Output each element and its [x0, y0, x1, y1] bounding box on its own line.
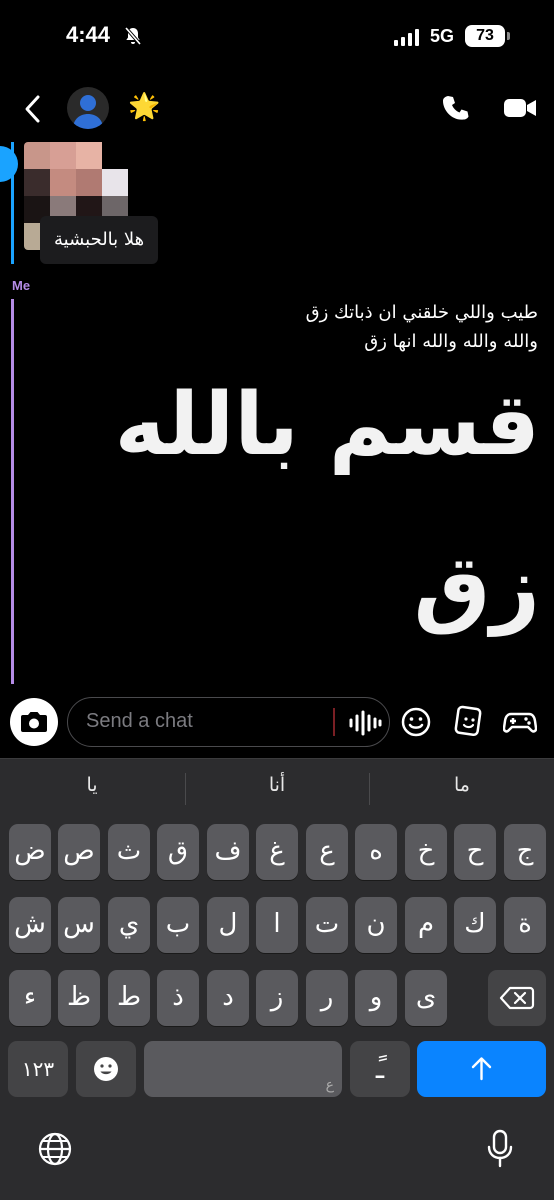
key[interactable]: ء [9, 970, 51, 1026]
arabic-keyboard: ما أنا يا ج ح خ ه ع غ ف ق ث ص ض ة ك م ن … [0, 758, 554, 1200]
status-bar: 4:44 5G 73 [0, 0, 554, 76]
key[interactable]: خ [405, 824, 447, 880]
diacritic-key[interactable]: ًـ [350, 1041, 410, 1097]
friend-typing-indicator [0, 146, 18, 182]
arrow-up-icon [471, 1057, 492, 1081]
key[interactable]: ض [9, 824, 51, 880]
suggestion-2[interactable]: أنا [185, 774, 369, 796]
space-key[interactable]: ع [144, 1041, 342, 1097]
back-chevron-icon[interactable] [22, 94, 44, 124]
battery-icon: 73 [465, 25, 510, 47]
big-text-line-2: زق [413, 537, 540, 637]
key[interactable]: ك [454, 897, 496, 953]
game-controller-icon[interactable] [503, 706, 537, 738]
key[interactable]: ظ [58, 970, 100, 1026]
video-call-icon[interactable] [503, 96, 537, 120]
key[interactable]: ذ [157, 970, 199, 1026]
battery-level: 73 [476, 27, 494, 44]
snap-caption: هلا بالحبشية [40, 216, 159, 264]
key[interactable]: غ [256, 824, 298, 880]
key[interactable]: ة [504, 897, 546, 953]
key[interactable]: ب [157, 897, 199, 953]
suggestion-bar: ما أنا يا [0, 759, 554, 821]
status-time: 4:44 [66, 22, 111, 47]
camera-icon [21, 712, 47, 732]
send-return-key[interactable] [417, 1041, 546, 1097]
suggestion-3[interactable]: يا [0, 774, 184, 796]
cellular-signal-icon [394, 28, 419, 46]
key[interactable]: ث [108, 824, 150, 880]
chat-input[interactable] [86, 698, 326, 745]
key[interactable]: ى [405, 970, 447, 1026]
message-line-2: والله والله والله انها زق [364, 331, 538, 352]
emoji-keyboard-key[interactable] [76, 1041, 136, 1097]
message-line-1: طيب واللي خلقني ان ذباتك زق [305, 302, 538, 323]
emoji-face-icon [94, 1057, 118, 1081]
key[interactable]: ص [58, 824, 100, 880]
delete-key[interactable] [488, 970, 546, 1026]
key[interactable]: س [58, 897, 100, 953]
friend-message-bar [11, 142, 14, 264]
suggestion-divider [369, 773, 370, 805]
key[interactable]: ط [108, 970, 150, 1026]
key[interactable]: ل [207, 897, 249, 953]
my-message-bar [11, 299, 14, 684]
microphone-icon[interactable] [487, 1129, 513, 1169]
camera-button[interactable] [10, 698, 58, 746]
key[interactable]: ر [306, 970, 348, 1026]
key[interactable]: ش [9, 897, 51, 953]
big-text-line-1: قسم بالله [114, 375, 540, 475]
emoji-icon[interactable] [400, 706, 432, 738]
key[interactable]: ي [108, 897, 150, 953]
key[interactable]: ن [355, 897, 397, 953]
sender-label-me: Me [12, 278, 31, 293]
backspace-icon [499, 986, 535, 1010]
key[interactable]: ع [306, 824, 348, 880]
key[interactable]: ق [157, 824, 199, 880]
suggestion-1[interactable]: ما [370, 774, 554, 796]
key[interactable]: ت [306, 897, 348, 953]
key[interactable]: ف [207, 824, 249, 880]
voice-note-icon[interactable] [348, 710, 382, 736]
key[interactable]: ح [454, 824, 496, 880]
numbers-key[interactable]: ١٢٣ [8, 1041, 68, 1097]
bitmoji-avatar-icon [73, 95, 103, 129]
chat-input-bar [0, 688, 554, 758]
key[interactable]: ز [256, 970, 298, 1026]
friend-emoji: 🌟 [128, 92, 161, 122]
key[interactable]: ج [504, 824, 546, 880]
globe-icon[interactable] [37, 1131, 73, 1167]
space-key-hint: ع [325, 1077, 334, 1093]
chat-thread[interactable]: هلا بالحبشية Me طيب واللي خلقني ان ذباتك… [0, 142, 554, 688]
key[interactable]: ا [256, 897, 298, 953]
key[interactable]: ه [355, 824, 397, 880]
chat-header: 🌟 [0, 76, 554, 142]
network-type: 5G [430, 26, 455, 46]
sticker-icon[interactable] [453, 705, 485, 737]
bell-muted-icon [124, 26, 142, 46]
contact-avatar[interactable] [67, 87, 109, 129]
key[interactable]: د [207, 970, 249, 1026]
key[interactable]: و [355, 970, 397, 1026]
text-cursor [333, 708, 335, 736]
suggestion-divider [185, 773, 186, 805]
key[interactable]: م [405, 897, 447, 953]
phone-call-icon[interactable] [442, 94, 470, 122]
chat-text-field[interactable] [67, 697, 390, 747]
